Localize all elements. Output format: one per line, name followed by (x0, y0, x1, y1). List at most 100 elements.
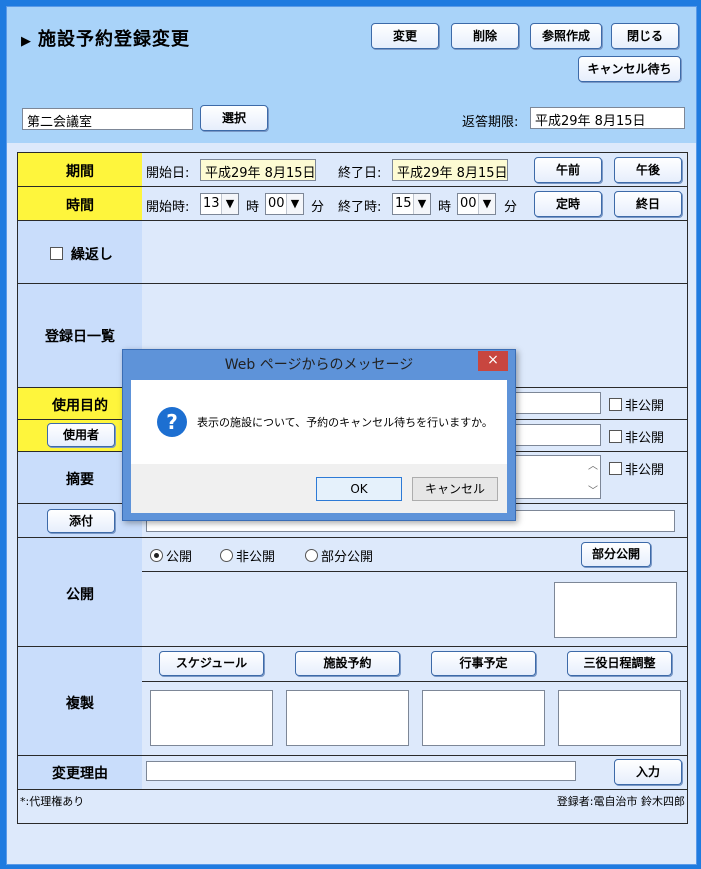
copy-coordination-list[interactable] (558, 690, 681, 746)
page-title-text: 施設予約登録変更 (38, 29, 190, 50)
change-reason-input[interactable] (146, 761, 576, 781)
select-facility-button[interactable]: 選択 (200, 105, 268, 131)
end-date-label: 終了日: (338, 166, 382, 181)
start-date-label: 開始日: (146, 166, 190, 181)
end-time-label: 終了時: (338, 200, 382, 215)
end-minute-select[interactable]: 00 ▼ (457, 193, 496, 215)
copy-coordination-button[interactable]: 三役日程調整 (567, 651, 672, 676)
reply-deadline-field[interactable]: 平成29年 8月15日 (530, 107, 685, 129)
page-title: ▶ 施設予約登録変更 (21, 25, 190, 51)
radio-unselected[interactable] (220, 549, 233, 562)
reference-create-button[interactable]: 参照作成 (530, 23, 602, 49)
chevron-down-icon: ▼ (413, 194, 430, 214)
afternoon-button[interactable]: 午後 (614, 157, 682, 183)
chevron-up-icon[interactable]: ︿ (588, 457, 598, 472)
copy-label: 複製 (66, 696, 94, 712)
change-reason-label: 変更理由 (52, 766, 108, 782)
radio-selected[interactable] (150, 549, 163, 562)
partial-publish-list[interactable] (554, 582, 677, 638)
minute-unit: 分 (504, 200, 518, 215)
hour-unit: 時 (438, 200, 452, 215)
copy-facility-button[interactable]: 施設予約 (295, 651, 400, 676)
purpose-private-box[interactable] (609, 398, 622, 411)
row-divider (18, 186, 687, 187)
summary-private-box[interactable] (609, 462, 622, 475)
dialog-cancel-button[interactable]: キャンセル (412, 477, 498, 501)
dialog-footer: OK キャンセル (131, 464, 507, 513)
start-hour-select[interactable]: 13 ▼ (200, 193, 239, 215)
triangle-icon: ▶ (21, 34, 32, 49)
publish-radio-private[interactable]: 非公開 (220, 546, 275, 565)
proxy-note: *:代理権あり (20, 795, 85, 808)
copy-facility-list[interactable] (286, 690, 409, 746)
purpose-input[interactable] (514, 392, 601, 414)
header-bar: ▶ 施設予約登録変更 変更 削除 参照作成 閉じる キャンセル待ち 第二会議室 選… (7, 7, 696, 143)
close-icon[interactable]: × (478, 351, 508, 371)
row-divider (18, 789, 687, 790)
chevron-down-icon[interactable]: ﹀ (588, 482, 598, 497)
chevron-down-icon: ▼ (221, 194, 238, 214)
end-hour-select[interactable]: 15 ▼ (392, 193, 431, 215)
row-divider (18, 646, 687, 647)
morning-button[interactable]: 午前 (534, 157, 602, 183)
summary-textarea[interactable]: ︿ ﹀ (514, 455, 601, 499)
start-time-label: 開始時: (146, 200, 190, 215)
reply-deadline-label: 返答期限: (462, 115, 519, 130)
publish-radio-public[interactable]: 公開 (150, 546, 192, 565)
row-divider (142, 571, 687, 572)
message-dialog: Web ページからのメッセージ × ? 表示の施設について、予約のキャンセル待ち… (122, 349, 516, 521)
summary-private-checkbox[interactable]: 非公開 (609, 459, 664, 478)
row-divider (18, 755, 687, 756)
user-button[interactable]: 使用者 (47, 423, 115, 447)
summary-private-label: 非公開 (625, 463, 665, 478)
date-list-label: 登録日一覧 (45, 329, 115, 345)
end-minute-value: 00 (460, 196, 477, 211)
dialog-message: 表示の施設について、予約のキャンセル待ちを行いますか。 (197, 416, 493, 429)
user-private-label: 非公開 (625, 431, 665, 446)
registrant-info: 登録者:電自治市 鈴木四郎 (556, 795, 685, 808)
publish-option-label: 公開 (166, 550, 193, 565)
dialog-title: Web ページからのメッセージ (224, 357, 414, 373)
attach-button[interactable]: 添付 (47, 509, 115, 533)
chevron-down-icon: ▼ (478, 194, 495, 214)
publish-radio-partial[interactable]: 部分公開 (305, 546, 373, 565)
user-private-checkbox[interactable]: 非公開 (609, 427, 664, 446)
repeat-label: 繰返し (70, 247, 113, 263)
all-day-button[interactable]: 終日 (614, 191, 682, 217)
user-input[interactable] (514, 424, 601, 446)
period-label: 期間 (66, 164, 94, 180)
change-button[interactable]: 変更 (371, 23, 439, 49)
publish-option-label: 非公開 (236, 550, 276, 565)
facility-field[interactable]: 第二会議室 (22, 108, 193, 130)
user-private-box[interactable] (609, 430, 622, 443)
row-divider (18, 537, 687, 538)
delete-button[interactable]: 削除 (451, 23, 519, 49)
copy-event-button[interactable]: 行事予定 (431, 651, 536, 676)
question-icon: ? (157, 407, 187, 437)
chevron-down-icon: ▼ (286, 194, 303, 214)
start-hour-value: 13 (203, 196, 220, 211)
cancel-wait-button[interactable]: キャンセル待ち (578, 56, 681, 82)
radio-unselected[interactable] (305, 549, 318, 562)
end-date-field[interactable]: 平成29年 8月15日 (392, 159, 508, 181)
partial-publish-button[interactable]: 部分公開 (581, 542, 651, 567)
copy-event-list[interactable] (422, 690, 545, 746)
start-minute-select[interactable]: 00 ▼ (265, 193, 304, 215)
hour-unit: 時 (246, 200, 260, 215)
publish-option-label: 部分公開 (321, 550, 374, 565)
time-label: 時間 (66, 198, 94, 214)
start-date-field[interactable]: 平成29年 8月15日 (200, 159, 316, 181)
end-hour-value: 15 (395, 196, 412, 211)
repeat-checkbox-box[interactable] (50, 247, 63, 260)
start-minute-value: 00 (268, 196, 285, 211)
ok-button[interactable]: OK (316, 477, 402, 501)
purpose-private-label: 非公開 (625, 399, 665, 414)
close-button[interactable]: 閉じる (611, 23, 679, 49)
input-button[interactable]: 入力 (614, 759, 682, 785)
repeat-checkbox[interactable]: 繰返し (50, 244, 113, 264)
regular-hours-button[interactable]: 定時 (534, 191, 602, 217)
copy-schedule-list[interactable] (150, 690, 273, 746)
minute-unit: 分 (311, 200, 325, 215)
purpose-private-checkbox[interactable]: 非公開 (609, 395, 664, 414)
copy-schedule-button[interactable]: スケジュール (159, 651, 264, 676)
